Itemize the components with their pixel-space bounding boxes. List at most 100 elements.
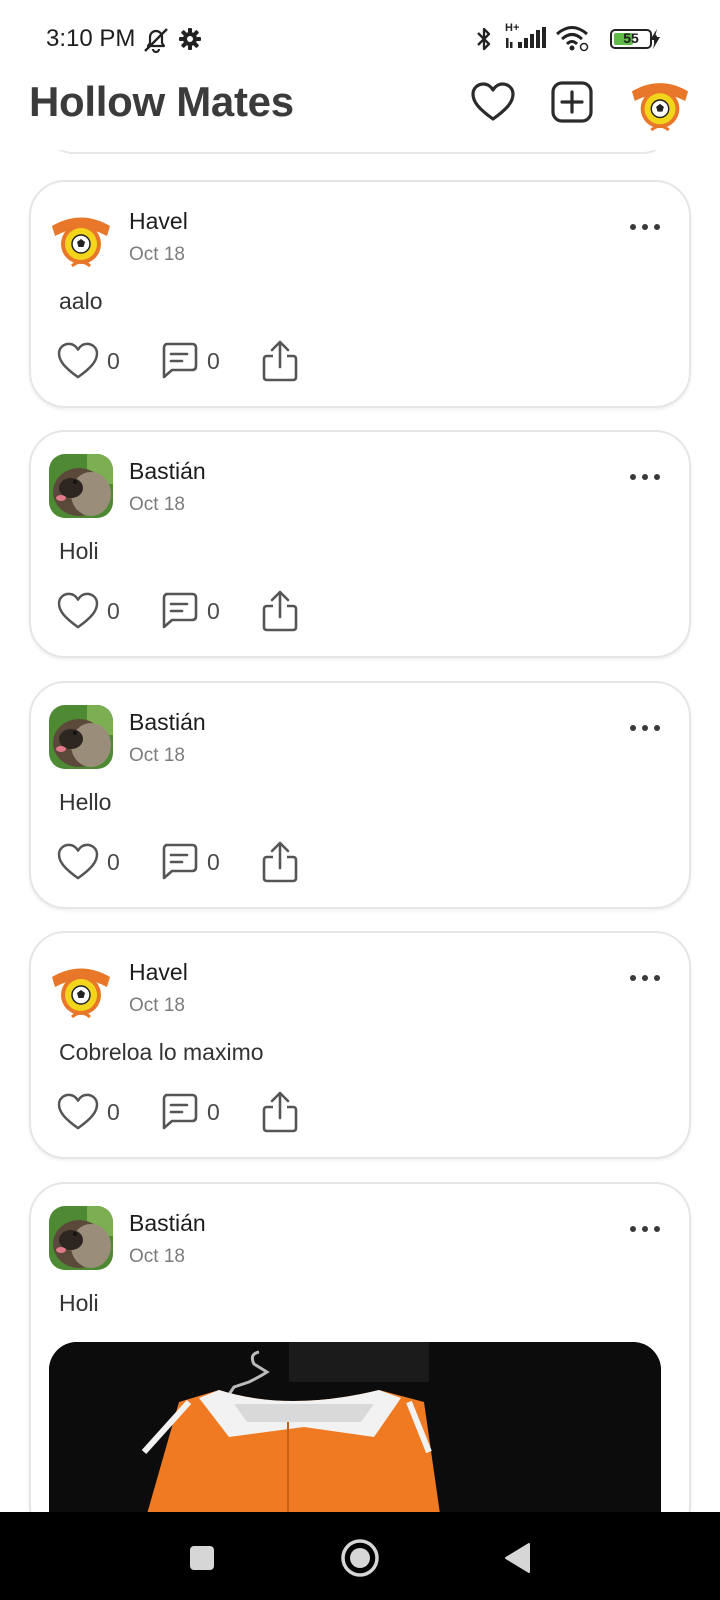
post-text: Hello (59, 789, 112, 815)
favorites-button[interactable] (469, 80, 517, 128)
post-author[interactable]: Havel (129, 208, 188, 235)
more-options-button[interactable] (625, 963, 665, 993)
share-icon (262, 841, 298, 883)
wifi-icon (555, 24, 591, 57)
back-icon (505, 1543, 530, 1573)
like-button[interactable]: 0 (57, 1091, 120, 1133)
comment-icon (162, 843, 198, 880)
author-avatar[interactable] (49, 705, 113, 769)
dog-photo (49, 454, 113, 518)
comment-button[interactable]: 0 (159, 1091, 220, 1133)
share-icon (262, 1091, 298, 1133)
like-button[interactable]: 0 (57, 590, 120, 632)
share-button[interactable] (261, 590, 299, 632)
charging-icon (648, 28, 662, 55)
status-time: 3:10 PM (46, 25, 136, 52)
create-post-button[interactable] (548, 80, 596, 128)
more-options-button[interactable] (625, 713, 665, 743)
heart-icon (57, 342, 99, 379)
previous-post-card-edge (45, 150, 671, 154)
signal-icon (505, 26, 549, 55)
like-count: 0 (107, 1098, 120, 1125)
author-avatar[interactable] (49, 955, 113, 1019)
back-button[interactable] (494, 1534, 542, 1582)
add-icon (551, 80, 593, 128)
like-count: 0 (107, 597, 120, 624)
comment-count: 0 (207, 347, 220, 374)
cobreloa-logo (49, 955, 113, 1019)
system-navigation-bar (0, 1512, 720, 1600)
gear-icon (178, 27, 202, 56)
comment-button[interactable]: 0 (159, 841, 220, 883)
comment-icon (162, 1093, 198, 1130)
post-card[interactable]: Bastián Oct 18 Holi (29, 1182, 691, 1512)
share-icon (262, 340, 298, 382)
author-avatar[interactable] (49, 204, 113, 268)
comment-count: 0 (207, 597, 220, 624)
comment-icon (162, 342, 198, 379)
author-avatar[interactable] (49, 454, 113, 518)
recents-icon (190, 1546, 214, 1570)
app-title: Hollow Mates (29, 78, 294, 125)
post-feed[interactable]: Havel Oct 18 aalo 0 0 Bastián Oct 18 Hol… (0, 150, 720, 1512)
share-button[interactable] (261, 340, 299, 382)
post-date: Oct 18 (129, 494, 185, 515)
like-button[interactable]: 0 (57, 841, 120, 883)
dog-photo (49, 1206, 113, 1270)
home-button[interactable] (336, 1534, 384, 1582)
profile-avatar[interactable] (629, 70, 691, 132)
dog-photo (49, 705, 113, 769)
post-date: Oct 18 (129, 745, 185, 766)
comment-button[interactable]: 0 (159, 340, 220, 382)
post-author[interactable]: Havel (129, 959, 188, 986)
more-options-button[interactable] (625, 462, 665, 492)
post-text: aalo (59, 288, 103, 314)
post-author[interactable]: Bastián (129, 709, 206, 736)
heart-icon (57, 592, 99, 629)
post-card[interactable]: Havel Oct 18 Cobreloa lo maximo 0 0 (29, 931, 691, 1159)
recents-button[interactable] (178, 1534, 226, 1582)
like-count: 0 (107, 848, 120, 875)
post-card[interactable]: Bastián Oct 18 Holi 0 0 (29, 430, 691, 658)
post-actions: 0 0 (57, 590, 357, 632)
comment-count: 0 (207, 848, 220, 875)
post-text: Cobreloa lo maximo (59, 1039, 264, 1065)
post-author[interactable]: Bastián (129, 1210, 206, 1237)
battery-icon: 55 (610, 29, 652, 49)
like-button[interactable]: 0 (57, 340, 120, 382)
cobreloa-logo (49, 204, 113, 268)
heart-icon (57, 1093, 99, 1130)
home-icon (341, 1539, 379, 1577)
mute-notifications-icon (141, 26, 171, 59)
post-author[interactable]: Bastián (129, 458, 206, 485)
post-text: Holi (59, 538, 99, 564)
comment-count: 0 (207, 1098, 220, 1125)
orange-jersey-photo (49, 1342, 661, 1512)
post-date: Oct 18 (129, 995, 185, 1016)
share-button[interactable] (261, 1091, 299, 1133)
post-text: Holi (59, 1290, 99, 1316)
heart-icon (471, 81, 515, 127)
status-bar: 3:10 PM H+ 55 (0, 0, 720, 78)
comment-icon (162, 592, 198, 629)
share-button[interactable] (261, 841, 299, 883)
post-date: Oct 18 (129, 1246, 185, 1267)
share-icon (262, 590, 298, 632)
bluetooth-icon (474, 24, 494, 59)
cobreloa-logo (629, 70, 691, 132)
battery-level: 55 (623, 30, 639, 46)
post-image[interactable] (49, 1342, 661, 1512)
post-actions: 0 0 (57, 841, 357, 883)
comment-button[interactable]: 0 (159, 590, 220, 632)
post-actions: 0 0 (57, 340, 357, 382)
more-options-button[interactable] (625, 212, 665, 242)
like-count: 0 (107, 347, 120, 374)
post-date: Oct 18 (129, 244, 185, 265)
post-card[interactable]: Bastián Oct 18 Hello 0 0 (29, 681, 691, 909)
author-avatar[interactable] (49, 1206, 113, 1270)
heart-icon (57, 843, 99, 880)
post-actions: 0 0 (57, 1091, 357, 1133)
post-card[interactable]: Havel Oct 18 aalo 0 0 (29, 180, 691, 408)
app-header: Hollow Mates (0, 70, 720, 150)
more-options-button[interactable] (625, 1214, 665, 1244)
